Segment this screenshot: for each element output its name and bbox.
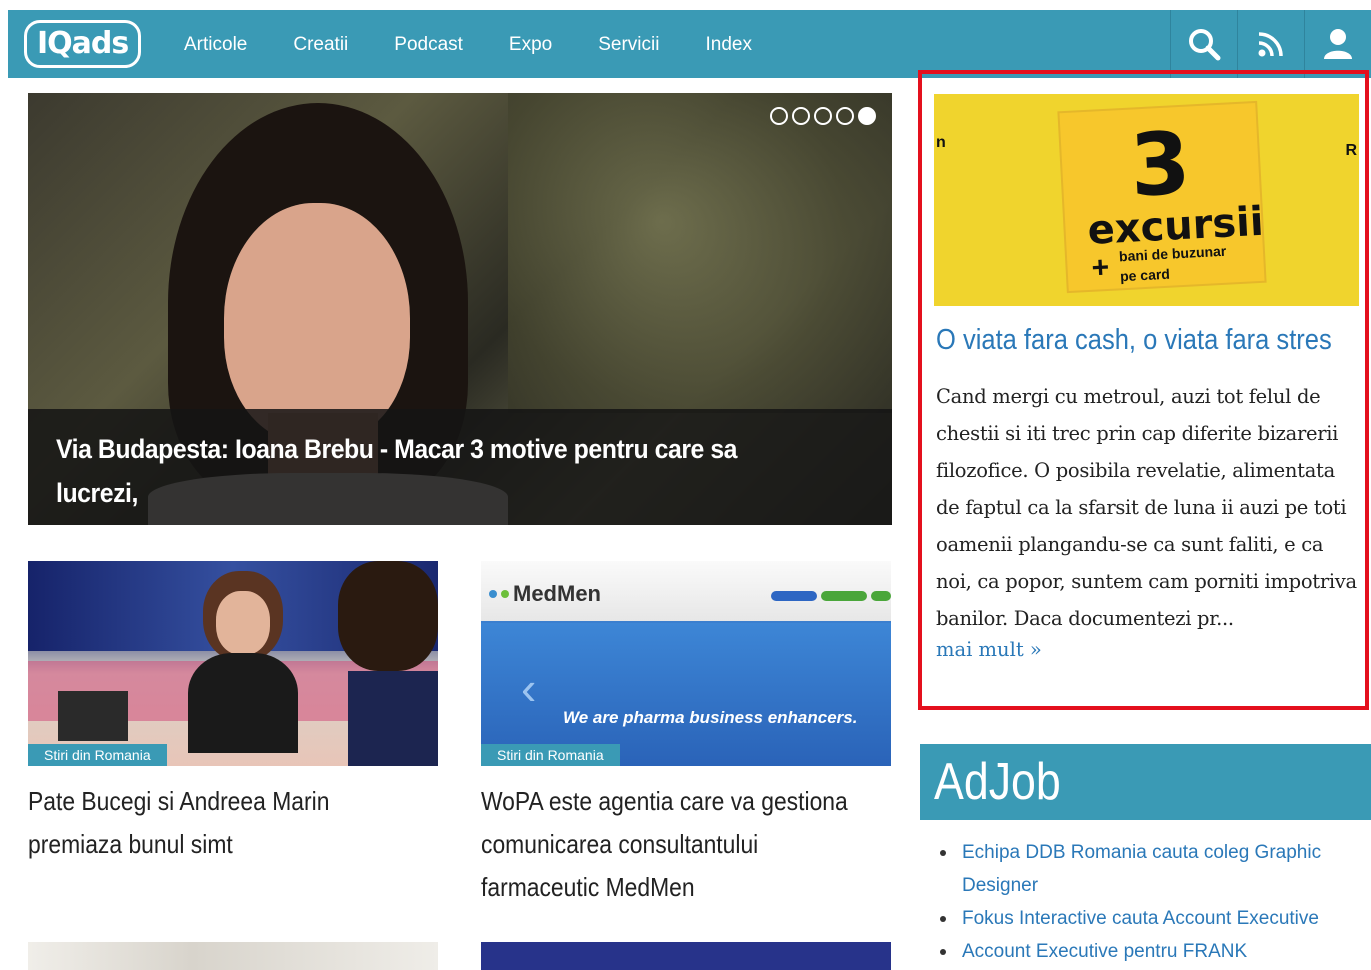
thumb-person1-face: [216, 591, 270, 655]
plus-icon: +: [1090, 250, 1111, 285]
slider-dot[interactable]: [792, 107, 810, 125]
article-thumbnail[interactable]: Stiri din Romania: [28, 561, 438, 766]
adjob-item[interactable]: Fokus Interactive cauta Account Executiv…: [940, 902, 1360, 935]
promo-title[interactable]: O viata fara cash, o viata fara stres: [936, 324, 1358, 357]
slider-pagination: [770, 107, 876, 125]
featured-slider[interactable]: Via Budapesta: Ioana Brebu - Macar 3 mot…: [28, 93, 892, 525]
article-title-line2[interactable]: comunicarea consultantului: [481, 823, 886, 866]
thumb-person2-hair: [338, 561, 438, 671]
thumb-nav-pill: [771, 591, 817, 601]
article-thumbnail[interactable]: MedMen ‹ We are pharma business enhancer…: [481, 561, 891, 766]
thumb-register: [58, 691, 128, 741]
article-title-line3[interactable]: farmaceutic MedMen: [481, 866, 886, 909]
article-title-line2[interactable]: premiaza bunul simt: [28, 823, 433, 866]
promo-image-card: 3 excursii + bani de buzunar pe card: [1059, 102, 1265, 292]
adjob-list: Echipa DDB Romania cauta coleg Graphic D…: [940, 836, 1360, 968]
adjob-heading[interactable]: AdJob: [934, 752, 1061, 812]
top-border: [0, 0, 1371, 8]
hero-background: [508, 93, 892, 413]
menu-item-index[interactable]: Index: [705, 34, 751, 56]
menu-item-podcast[interactable]: Podcast: [394, 34, 463, 56]
adjob-item[interactable]: Account Executive pentru FRANK: [940, 935, 1360, 968]
article-thumbnail-partial[interactable]: [481, 942, 891, 970]
promo-image-edge-text: R: [1345, 142, 1357, 159]
slider-dot[interactable]: [836, 107, 854, 125]
main-menu: Articole Creatii Podcast Expo Servicii I…: [184, 34, 798, 56]
menu-item-creatii[interactable]: Creatii: [293, 34, 348, 56]
medmen-brand: MedMen: [513, 581, 601, 606]
slider-dot-active[interactable]: [858, 107, 876, 125]
article-title[interactable]: WoPA este agentia care va gestiona comun…: [481, 780, 886, 909]
rss-icon[interactable]: [1237, 10, 1304, 78]
read-more-link[interactable]: mai mult »: [936, 638, 1042, 661]
category-tag[interactable]: Stiri din Romania: [481, 744, 620, 766]
adjob-item[interactable]: Echipa DDB Romania cauta coleg Graphic D…: [940, 836, 1360, 902]
menu-item-articole[interactable]: Articole: [184, 34, 247, 56]
iqads-logo[interactable]: IQads: [24, 20, 142, 68]
medmen-logo: MedMen: [489, 581, 601, 607]
thumb-person2-dress: [348, 671, 438, 766]
sponsored-promo-box: n R 3 excursii + bani de buzunar pe card…: [918, 70, 1369, 710]
chevron-left-icon: ‹: [521, 662, 537, 714]
user-icon[interactable]: [1304, 10, 1371, 78]
adjob-header: AdJob: [920, 744, 1371, 820]
hero-title[interactable]: Via Budapesta: Ioana Brebu - Macar 3 mot…: [56, 427, 792, 525]
category-tag[interactable]: Stiri din Romania: [28, 744, 167, 766]
hero-photo-face: [224, 203, 410, 443]
nav-icon-group: [1170, 10, 1371, 78]
logo-dot-icon: [501, 590, 509, 598]
thumb-nav-pill: [821, 591, 867, 601]
promo-number: 3: [1127, 113, 1193, 217]
article-card[interactable]: Stiri din Romania Pate Bucegi si Andreea…: [28, 561, 438, 866]
article-title-line1[interactable]: Pate Bucegi si Andreea Marin: [28, 780, 433, 823]
promo-image[interactable]: n R 3 excursii + bani de buzunar pe card: [934, 94, 1359, 306]
menu-item-expo[interactable]: Expo: [509, 34, 552, 56]
promo-subline: pe card: [1119, 265, 1171, 285]
menu-item-servicii[interactable]: Servicii: [598, 34, 659, 56]
search-icon[interactable]: [1170, 10, 1237, 78]
thumb-nav-pill: [871, 591, 891, 601]
logo-dot-icon: [489, 590, 497, 598]
promo-excerpt: Cand mergi cu metroul, auzi tot felul de…: [936, 385, 1357, 630]
article-title-line1[interactable]: WoPA este agentia care va gestiona: [481, 780, 886, 823]
article-card[interactable]: MedMen ‹ We are pharma business enhancer…: [481, 561, 891, 909]
article-title[interactable]: Pate Bucegi si Andreea Marin premiaza bu…: [28, 780, 433, 866]
slider-dot[interactable]: [770, 107, 788, 125]
promo-image-edge-text: n: [936, 134, 946, 151]
slider-dot[interactable]: [814, 107, 832, 125]
thumb-slogan: We are pharma business enhancers.: [563, 708, 858, 727]
article-thumbnail-partial[interactable]: [28, 942, 438, 970]
thumb-person1-dress: [188, 653, 298, 753]
hero-title-line1[interactable]: Via Budapesta: Ioana Brebu - Macar 3 mot…: [56, 427, 792, 515]
hero-title-line2[interactable]: cel putin o perioada, in afara Romaniei: [56, 515, 792, 525]
hero-caption[interactable]: Via Budapesta: Ioana Brebu - Macar 3 mot…: [28, 409, 892, 525]
